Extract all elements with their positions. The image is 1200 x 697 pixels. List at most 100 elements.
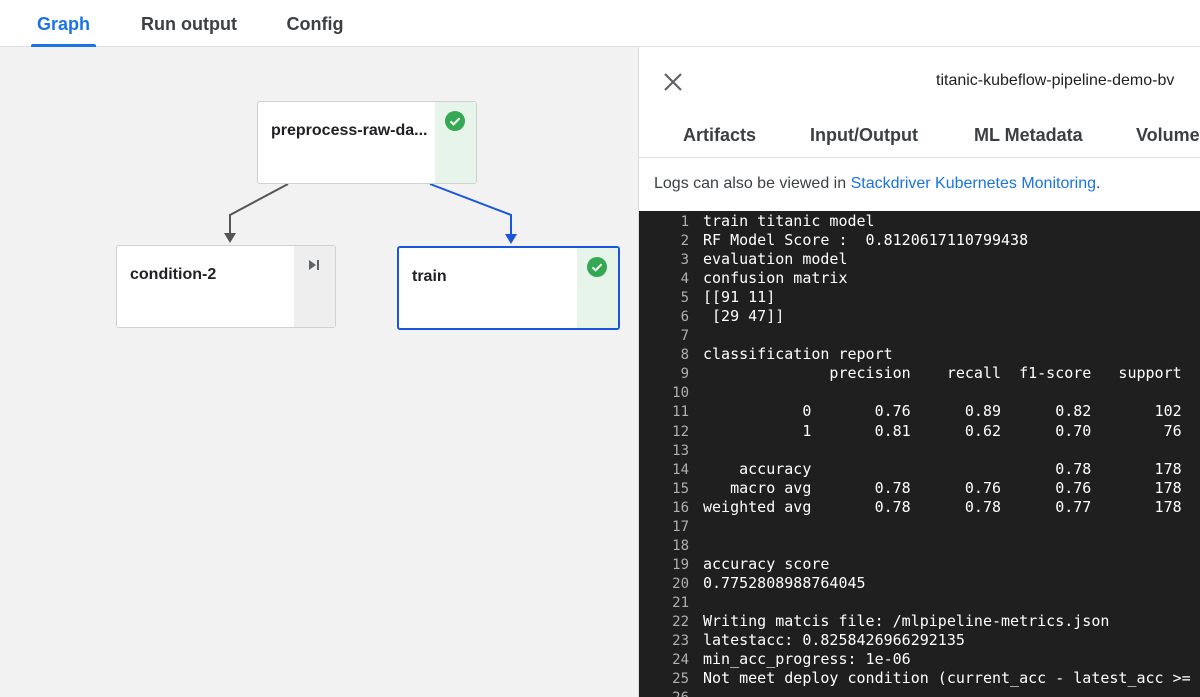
line-number: 5	[680, 290, 689, 307]
logs-note-prefix: Logs can also be viewed in	[654, 175, 851, 192]
line-number: 26	[639, 689, 689, 697]
tab-run-output[interactable]: Run output	[141, 0, 237, 46]
node-status	[577, 248, 618, 328]
log-line: 21	[639, 593, 1191, 612]
stackdriver-link[interactable]: Stackdriver Kubernetes Monitoring	[851, 175, 1096, 192]
line-text: accuracy 0.78 178	[703, 459, 1182, 478]
line-number: 25	[672, 671, 689, 688]
node-preprocess-raw-data[interactable]: preprocess-raw-da...	[257, 101, 477, 184]
log-line: 3 evaluation model	[639, 250, 1191, 269]
node-status	[435, 102, 476, 183]
line-number: 17	[672, 518, 689, 535]
tab-ml-metadata[interactable]: ML Metadata	[974, 125, 1083, 146]
line-number: 24	[672, 652, 689, 669]
log-line: 12 1 0.81 0.62 0.70 76	[639, 422, 1191, 441]
log-line: 19 accuracy score	[639, 555, 1191, 574]
line-number: 3	[680, 252, 689, 269]
node-details-panel: titanic-kubeflow-pipeline-demo-bv Artifa…	[638, 47, 1200, 697]
line-number: 6	[680, 309, 689, 326]
line-number: 4	[680, 271, 689, 288]
line-number: 22	[672, 613, 689, 630]
node-train[interactable]: train	[397, 246, 620, 330]
line-text: evaluation model	[703, 250, 848, 269]
run-title: titanic-kubeflow-pipeline-demo-bv	[936, 72, 1175, 89]
line-number: 14	[672, 461, 689, 478]
log-line: 6 [29 47]]	[639, 307, 1191, 326]
logs-note-suffix: .	[1096, 175, 1101, 192]
line-text: 0.7752808988764045	[703, 573, 866, 592]
line-text: min_acc_progress: 1e-06	[703, 650, 911, 669]
log-line: 16 weighted avg 0.78 0.78 0.77 178	[639, 498, 1191, 517]
line-number: 10	[672, 385, 689, 402]
tab-artifacts[interactable]: Artifacts	[683, 125, 756, 146]
log-line: 13	[639, 441, 1191, 460]
node-status	[294, 246, 335, 327]
line-number: 2	[680, 233, 689, 250]
tab-input-output[interactable]: Input/Output	[810, 125, 918, 146]
log-line: 5 [[91 11]	[639, 288, 1191, 307]
log-line: 25 Not meet deploy condition (current_acc…	[639, 669, 1191, 688]
pipeline-graph-canvas[interactable]: preprocess-raw-da... condition-2 train	[0, 47, 638, 697]
line-number: 11	[672, 404, 689, 421]
line-number: 8	[680, 347, 689, 364]
log-line: 9 precision recall f1-score support	[639, 364, 1191, 383]
line-number: 1	[680, 214, 689, 230]
node-condition-2[interactable]: condition-2	[116, 245, 336, 328]
log-line: 14 accuracy 0.78 178	[639, 460, 1191, 479]
skip-next-icon	[309, 260, 319, 270]
line-number: 16	[672, 499, 689, 516]
close-icon	[664, 73, 682, 91]
log-line: 15 macro avg 0.78 0.76 0.76 178	[639, 479, 1191, 498]
log-viewer[interactable]: 1 train titanic model 2 RF Model Score : 0.…	[639, 211, 1200, 697]
line-text: classification report	[703, 345, 893, 364]
log-line: 18	[639, 536, 1191, 555]
log-lines: 1 train titanic model 2 RF Model Score : 0.…	[639, 211, 1191, 697]
node-label: preprocess-raw-da...	[271, 122, 428, 139]
node-label: condition-2	[130, 266, 217, 283]
line-text: confusion matrix	[703, 269, 848, 288]
log-line: 7	[639, 326, 1191, 345]
line-text: train titanic model	[703, 212, 875, 230]
arrowhead-condition	[224, 233, 236, 243]
line-text: accuracy score	[703, 554, 830, 573]
line-text: 1 0.81 0.62 0.70 76	[703, 421, 1182, 440]
log-line: 1 train titanic model	[639, 212, 1191, 231]
logs-note: Logs can also be viewed in Stackdriver K…	[654, 175, 1100, 193]
line-number: 20	[672, 575, 689, 592]
log-line: 2 RF Model Score : 0.8120617110799438	[639, 231, 1191, 250]
top-tab-bar: Graph Run output Config	[0, 0, 1200, 47]
log-line: 10	[639, 383, 1191, 402]
line-text: macro avg 0.78 0.76 0.76 178	[703, 478, 1182, 497]
panel-tab-bar: Artifacts Input/Output ML Metadata Volum…	[639, 113, 1200, 158]
line-number: 23	[672, 633, 689, 650]
log-line: 11 0 0.76 0.89 0.82 102	[639, 402, 1191, 421]
tab-config-label: Config	[286, 14, 344, 34]
tab-graph-label: Graph	[36, 14, 90, 34]
line-number: 18	[672, 537, 689, 554]
log-line: 26	[639, 688, 1191, 697]
line-number: 12	[672, 423, 689, 440]
close-button[interactable]	[661, 70, 685, 94]
line-text: weighted avg 0.78 0.78 0.77 178	[703, 497, 1182, 516]
line-text: [[91 11]	[703, 288, 776, 307]
log-line: 17	[639, 517, 1191, 536]
line-number: 13	[672, 442, 689, 459]
edge-preprocess-to-condition	[229, 183, 289, 233]
line-text: RF Model Score : 0.8120617110799438	[703, 231, 1029, 250]
line-number: 19	[672, 556, 689, 573]
line-number: 9	[680, 366, 689, 383]
tab-volume[interactable]: Volume	[1136, 125, 1200, 146]
edge-preprocess-to-train	[429, 183, 512, 234]
log-line: 22 Writing matcis file: /mlpipeline-metri…	[639, 612, 1191, 631]
line-number: 7	[680, 328, 689, 345]
tab-config[interactable]: Config	[286, 0, 344, 46]
line-text: 0 0.76 0.89 0.82 102	[703, 402, 1182, 421]
check-circle-icon	[587, 257, 607, 277]
node-label: train	[412, 268, 447, 285]
tab-graph[interactable]: Graph	[31, 0, 96, 47]
tab-run-output-label: Run output	[141, 14, 237, 34]
log-line: 24 min_acc_progress: 1e-06	[639, 650, 1191, 669]
line-text: latestacc: 0.8258426966292135	[703, 631, 965, 650]
line-text: [29 47]]	[703, 307, 785, 326]
check-circle-icon	[445, 111, 465, 131]
